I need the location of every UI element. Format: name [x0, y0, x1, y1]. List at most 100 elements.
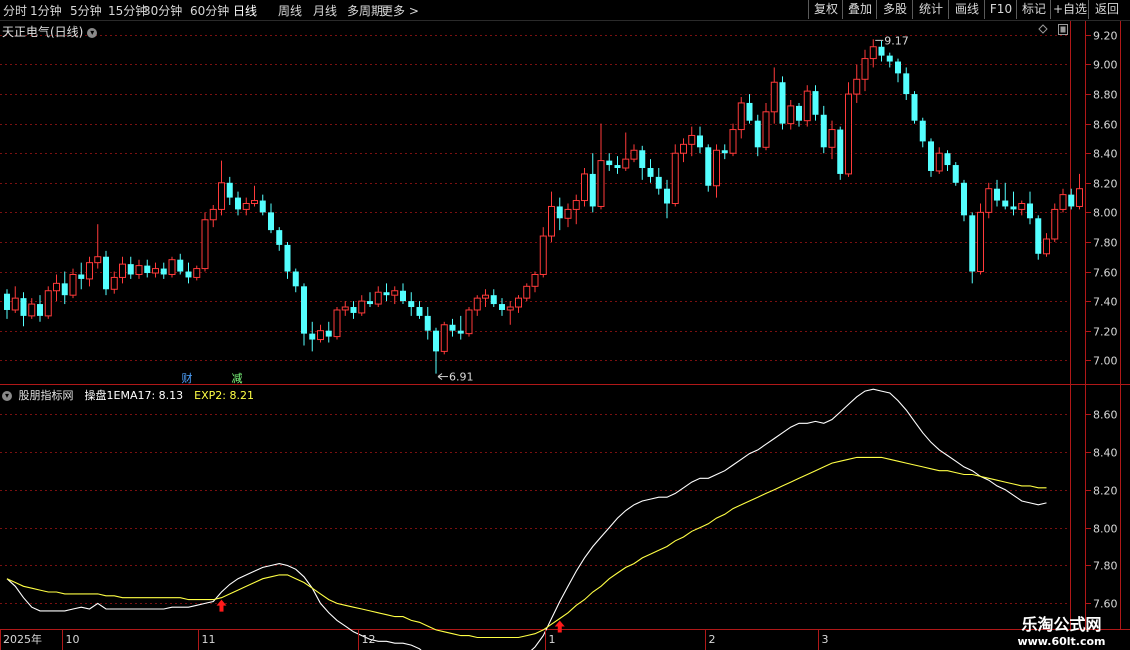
candle: [61, 271, 68, 305]
chevron-down-icon[interactable]: ▾: [87, 27, 98, 38]
period-tab-5[interactable]: 60分钟: [190, 2, 229, 19]
candle: [754, 114, 761, 157]
period-tab-9[interactable]: 多周期: [347, 2, 383, 19]
x-axis-month-label: 1: [549, 633, 556, 646]
period-tab-3[interactable]: 15分钟: [108, 2, 147, 19]
toolbar-button-4[interactable]: 画线: [948, 0, 985, 19]
toolbar-button-7[interactable]: +自选: [1050, 0, 1089, 19]
candle: [144, 259, 151, 278]
candle: [721, 144, 728, 160]
candle-body: [597, 160, 605, 207]
candle: [400, 283, 406, 305]
candle: [523, 283, 531, 302]
candle: [572, 194, 580, 225]
candle-body: [1076, 188, 1083, 207]
x-axis-month-label: 2: [709, 633, 716, 646]
candle-body: [664, 188, 670, 204]
candle: [20, 292, 27, 327]
toolbar-button-0[interactable]: 复权: [808, 0, 843, 19]
candle-body: [581, 173, 588, 202]
candle-body: [671, 152, 679, 204]
candle-body: [787, 105, 795, 125]
candle: [292, 268, 299, 293]
candle-body: [251, 200, 258, 205]
candle-body: [1018, 203, 1026, 210]
candle-body: [1059, 194, 1067, 210]
candle: [383, 283, 390, 302]
candle-body: [490, 295, 497, 305]
toolbar-button-3[interactable]: 统计: [912, 0, 949, 19]
candle: [209, 204, 217, 228]
candle: [440, 321, 448, 355]
candle: [301, 283, 307, 346]
candle-body: [697, 135, 703, 148]
candle-body: [4, 293, 10, 310]
candle: [770, 67, 778, 124]
period-tab-6[interactable]: 日线: [233, 2, 257, 19]
candle: [639, 145, 646, 180]
candle: [69, 268, 77, 299]
period-toolbar: 分时 1分钟 5分钟 15分钟 30分钟 60分钟 日线 周线 月线 多周期 更多 > 复权 叠加 多股统…: [0, 0, 1130, 21]
candle-body: [845, 93, 852, 175]
candle-body: [548, 205, 555, 237]
candle-body: [564, 208, 572, 219]
candle-body: [961, 182, 967, 216]
candle: [869, 39, 877, 68]
indicator-name[interactable]: 股朋指标网: [19, 389, 74, 402]
candle: [779, 76, 786, 130]
candle-body: [168, 259, 176, 275]
candle-body: [853, 78, 861, 95]
toolbar-button-2[interactable]: 多股: [876, 0, 913, 19]
candle-body: [531, 273, 539, 287]
period-tab-0[interactable]: 分时: [3, 2, 27, 19]
period-tab-8[interactable]: 月线: [313, 2, 337, 19]
candle: [903, 67, 910, 100]
candle-body: [209, 208, 217, 221]
main-y-tick-label: 8.00: [1093, 207, 1118, 220]
main-y-tick-label: 7.60: [1093, 267, 1118, 280]
chart-canvas[interactable]: 7.00 7.20 7.40 7.60 7.80 8.00 8.20 8.40 8.60 8.80…: [0, 21, 1130, 650]
candle-body: [977, 211, 984, 273]
candle-body: [639, 150, 646, 169]
period-tab-7[interactable]: 周线: [278, 2, 302, 19]
event-marker-0[interactable]: 财: [182, 371, 193, 385]
candle-body: [556, 206, 563, 219]
candle: [37, 295, 43, 322]
candle: [242, 197, 250, 216]
candle: [539, 227, 547, 278]
ind-y-tick-label: 8.20: [1093, 485, 1118, 498]
candle: [325, 321, 332, 343]
candle-body: [762, 111, 770, 148]
period-tab-1[interactable]: 1分钟: [30, 2, 62, 19]
candle: [44, 286, 52, 319]
main-y-tick-label: 8.60: [1093, 119, 1118, 132]
candle: [977, 203, 984, 275]
candle: [796, 102, 802, 127]
candle: [433, 327, 439, 374]
candle: [374, 286, 382, 308]
event-marker-1[interactable]: 减: [232, 372, 243, 385]
candle: [482, 289, 489, 308]
candle: [680, 138, 687, 163]
candle-body: [358, 300, 366, 314]
candle-body: [812, 91, 819, 115]
candle-body: [539, 235, 547, 275]
period-tab-2[interactable]: 5分钟: [70, 2, 102, 19]
period-tab-4[interactable]: 30分钟: [143, 2, 182, 19]
candle-body: [185, 271, 192, 278]
candle: [531, 271, 539, 293]
candle: [597, 123, 605, 210]
ema-value: 8.13: [158, 389, 184, 402]
chevron-down-icon[interactable]: ▾: [2, 391, 12, 401]
candle: [861, 49, 869, 92]
candle-body: [680, 143, 687, 154]
candle: [309, 321, 316, 352]
toolbar-button-8[interactable]: 返回: [1088, 0, 1125, 19]
candle-body: [837, 129, 844, 174]
toolbar-button-1[interactable]: 叠加: [842, 0, 877, 19]
candle: [944, 150, 951, 171]
toolbar-button-5[interactable]: F10: [984, 0, 1017, 19]
toolbar-button-6[interactable]: 标记: [1016, 0, 1051, 19]
period-tab-10[interactable]: 更多 >: [381, 2, 419, 19]
x-axis-month-label: 11: [202, 633, 216, 646]
